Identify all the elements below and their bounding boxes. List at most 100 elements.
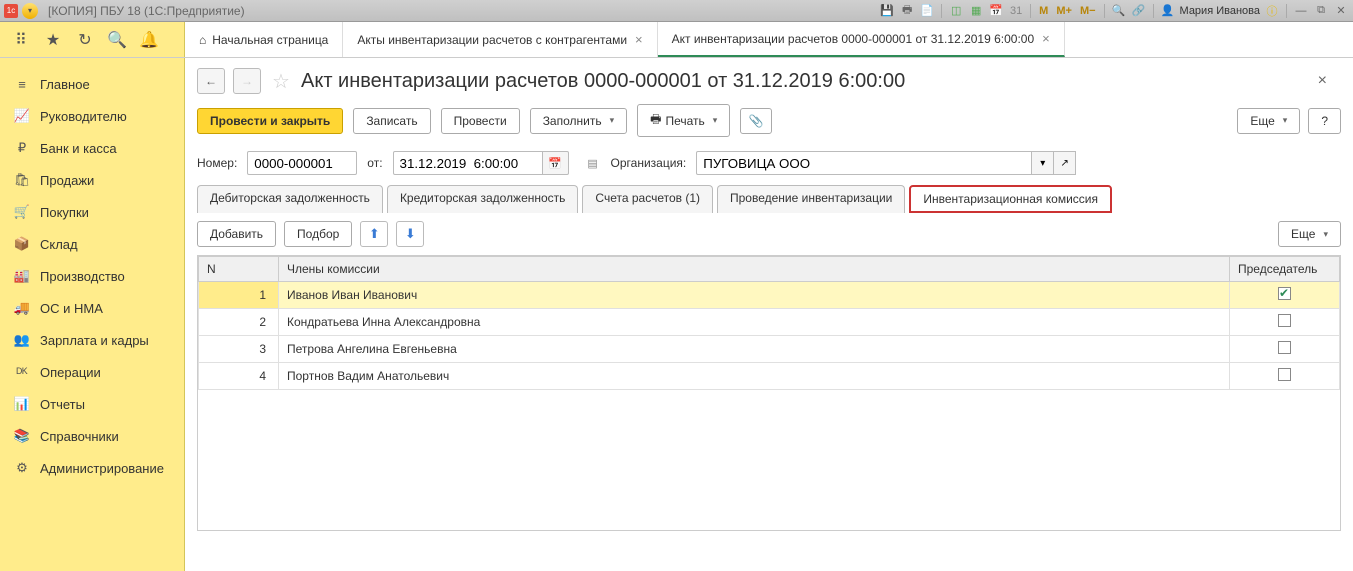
cell-n: 3 bbox=[199, 336, 279, 363]
checkbox-icon[interactable] bbox=[1278, 368, 1291, 381]
cell-chair[interactable] bbox=[1230, 336, 1340, 363]
restore-icon[interactable]: ⧉ bbox=[1313, 3, 1329, 19]
col-chair[interactable]: Председатель bbox=[1230, 257, 1340, 282]
checkbox-icon[interactable] bbox=[1278, 314, 1291, 327]
move-up-button[interactable]: ⬆ bbox=[360, 221, 388, 247]
checkbox-icon[interactable] bbox=[1278, 341, 1291, 354]
sidebar-item-manager[interactable]: 📈Руководителю bbox=[0, 100, 184, 132]
tab-creditor[interactable]: Кредиторская задолженность bbox=[387, 185, 578, 213]
cell-chair[interactable] bbox=[1230, 309, 1340, 336]
help-button[interactable]: ? bbox=[1308, 108, 1341, 134]
tab-inventory[interactable]: Проведение инвентаризации bbox=[717, 185, 905, 213]
number-input[interactable] bbox=[247, 151, 357, 175]
sidebar-item-admin[interactable]: ⚙Администрирование bbox=[0, 452, 184, 484]
cell-n: 2 bbox=[199, 309, 279, 336]
save-icon[interactable]: 💾 bbox=[879, 3, 895, 19]
sidebar-item-main[interactable]: ≡Главное bbox=[0, 68, 184, 100]
sidebar-item-production[interactable]: 🏭Производство bbox=[0, 260, 184, 292]
cell-name: Петрова Ангелина Евгеньевна bbox=[279, 336, 1230, 363]
col-n[interactable]: N bbox=[199, 257, 279, 282]
tab-home[interactable]: ⌂ Начальная страница bbox=[185, 22, 343, 57]
sidebar-item-reports[interactable]: 📊Отчеты bbox=[0, 388, 184, 420]
move-down-button[interactable]: ⬇ bbox=[396, 221, 424, 247]
truck-icon: 🚚 bbox=[14, 300, 30, 316]
m-plus-button[interactable]: M+ bbox=[1054, 5, 1074, 17]
zoom-icon[interactable]: 🔍 bbox=[1111, 3, 1127, 19]
date-input[interactable] bbox=[393, 151, 543, 175]
compare-icon[interactable]: ◫ bbox=[948, 3, 964, 19]
tab-acts-list[interactable]: Акты инвентаризации расчетов с контраген… bbox=[343, 22, 657, 57]
organization-input[interactable] bbox=[696, 151, 1032, 175]
back-button[interactable]: ← bbox=[197, 68, 225, 94]
close-icon[interactable]: ✕ bbox=[1333, 3, 1349, 19]
tab-close-icon[interactable]: × bbox=[635, 32, 643, 47]
table-row[interactable]: 3Петрова Ангелина Евгеньевна bbox=[199, 336, 1340, 363]
info-icon[interactable]: ⓘ bbox=[1264, 3, 1280, 19]
cell-name: Кондратьева Инна Александровна bbox=[279, 309, 1230, 336]
dropdown-icon[interactable]: ▾ bbox=[22, 3, 38, 19]
org-label: Организация: bbox=[611, 156, 687, 170]
cell-n: 1 bbox=[199, 282, 279, 309]
people-icon: 👥 bbox=[14, 332, 30, 348]
user-name: Мария Иванова bbox=[1180, 5, 1260, 17]
sidebar-item-sales[interactable]: 🛍Продажи bbox=[0, 164, 184, 196]
sidebar-item-salary[interactable]: 👥Зарплата и кадры bbox=[0, 324, 184, 356]
favorite-icon[interactable]: ☆ bbox=[269, 69, 293, 93]
close-document-icon[interactable]: × bbox=[1318, 72, 1327, 90]
pick-button[interactable]: Подбор bbox=[284, 221, 352, 247]
cell-chair[interactable] bbox=[1230, 363, 1340, 390]
ops-icon: ᴰᴷ bbox=[14, 364, 30, 380]
cell-chair[interactable] bbox=[1230, 282, 1340, 309]
history-icon[interactable]: ↻ bbox=[76, 31, 94, 49]
checkbox-icon[interactable] bbox=[1278, 287, 1291, 300]
minimize-icon[interactable]: — bbox=[1293, 3, 1309, 19]
save-button[interactable]: Записать bbox=[353, 108, 430, 134]
post-button[interactable]: Провести bbox=[441, 108, 520, 134]
col-member[interactable]: Члены комиссии bbox=[279, 257, 1230, 282]
fill-button[interactable]: Заполнить bbox=[530, 108, 627, 134]
table-more-button[interactable]: Еще bbox=[1278, 221, 1341, 247]
from-label: от: bbox=[367, 156, 382, 170]
forward-button[interactable]: → bbox=[233, 68, 261, 94]
table-row[interactable]: 4Портнов Вадим Анатольевич bbox=[199, 363, 1340, 390]
m-button[interactable]: M bbox=[1037, 5, 1050, 17]
m-minus-button[interactable]: M− bbox=[1078, 5, 1098, 17]
sidebar-item-catalogs[interactable]: 📚Справочники bbox=[0, 420, 184, 452]
tab-commission[interactable]: Инвентаризационная комиссия bbox=[909, 185, 1112, 213]
calc-icon[interactable]: ▦ bbox=[968, 3, 984, 19]
print-icon[interactable]: 🖶 bbox=[899, 3, 915, 19]
search-icon[interactable]: 🔍 bbox=[108, 31, 126, 49]
star-icon[interactable]: ★ bbox=[44, 31, 62, 49]
tab-accounts[interactable]: Счета расчетов (1) bbox=[582, 185, 713, 213]
sidebar-item-warehouse[interactable]: 📦Склад bbox=[0, 228, 184, 260]
table-row[interactable]: 1Иванов Иван Иванович bbox=[199, 282, 1340, 309]
cart-icon: 🛒 bbox=[14, 204, 30, 220]
post-and-close-button[interactable]: Провести и закрыть bbox=[197, 108, 343, 134]
calendar-button[interactable]: 📅 bbox=[543, 151, 569, 175]
open-button[interactable]: ↗ bbox=[1054, 151, 1076, 175]
calendar-icon[interactable]: 📅 bbox=[988, 3, 1004, 19]
link-icon[interactable]: 🔗 bbox=[1131, 3, 1147, 19]
tab-act-document[interactable]: Акт инвентаризации расчетов 0000-000001 … bbox=[658, 22, 1065, 57]
sidebar-item-operations[interactable]: ᴰᴷОперации bbox=[0, 356, 184, 388]
dropdown-button[interactable]: ▾ bbox=[1032, 151, 1054, 175]
doc-icon[interactable]: 📄 bbox=[919, 3, 935, 19]
date-icon[interactable]: 31 bbox=[1008, 3, 1024, 19]
tab-close-icon[interactable]: × bbox=[1042, 31, 1050, 46]
sidebar-item-assets[interactable]: 🚚ОС и НМА bbox=[0, 292, 184, 324]
attachments-button[interactable]: 📎 bbox=[740, 108, 772, 134]
sidebar-item-bank[interactable]: ₽Банк и касса bbox=[0, 132, 184, 164]
posting-icon: ▤ bbox=[585, 155, 601, 171]
print-icon: 🖶 bbox=[650, 110, 661, 131]
print-button[interactable]: 🖶Печать bbox=[637, 104, 730, 137]
add-button[interactable]: Добавить bbox=[197, 221, 276, 247]
bell-icon[interactable]: 🔔 bbox=[140, 31, 158, 49]
more-button[interactable]: Еще bbox=[1237, 108, 1300, 134]
apps-icon[interactable]: ⠿ bbox=[12, 31, 30, 49]
tab-debitor[interactable]: Дебиторская задолженность bbox=[197, 185, 383, 213]
menu-icon: ≡ bbox=[14, 76, 30, 92]
home-icon: ⌂ bbox=[199, 33, 206, 47]
factory-icon: 🏭 bbox=[14, 268, 30, 284]
table-row[interactable]: 2Кондратьева Инна Александровна bbox=[199, 309, 1340, 336]
sidebar-item-purchases[interactable]: 🛒Покупки bbox=[0, 196, 184, 228]
